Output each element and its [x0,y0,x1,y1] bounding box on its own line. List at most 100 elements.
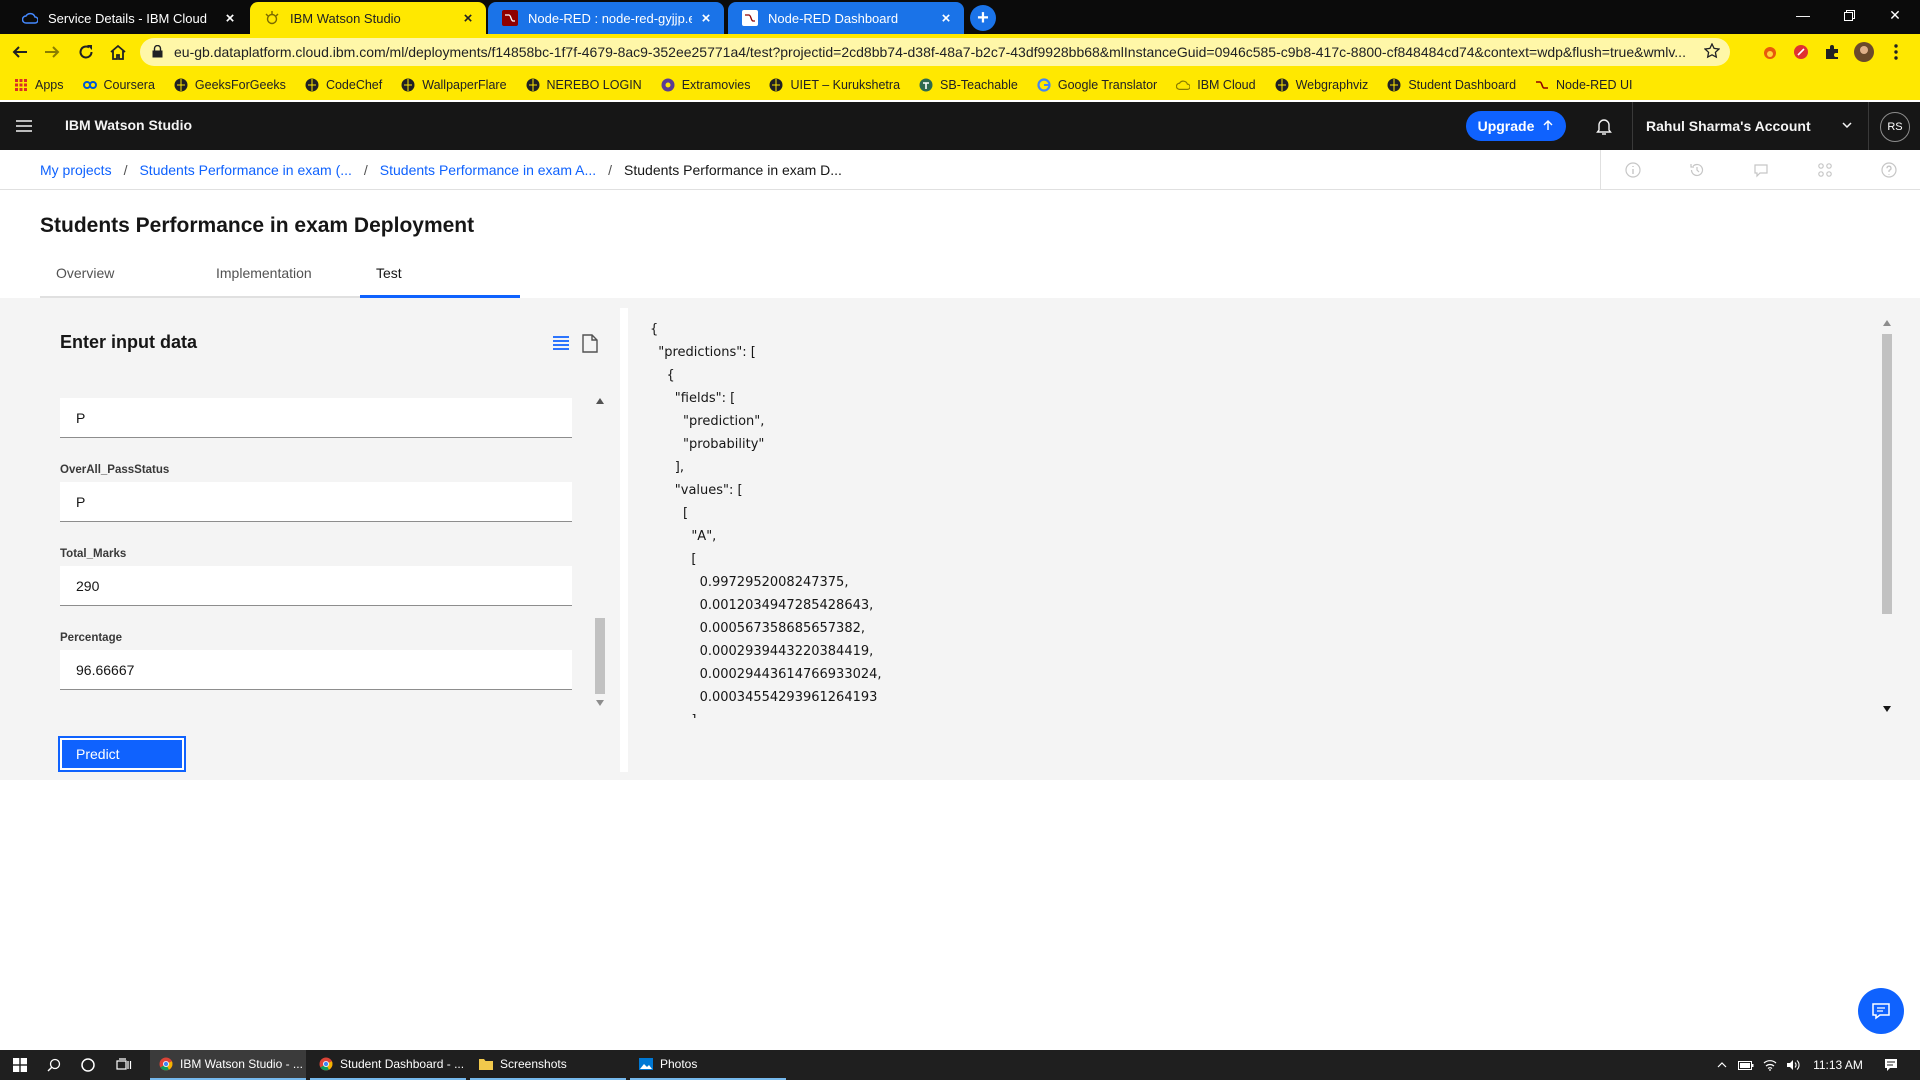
user-avatar[interactable]: RS [1880,112,1910,142]
profile-avatar-icon[interactable] [1854,42,1874,62]
extension-red-icon[interactable] [1791,42,1811,62]
bookmark-nerebo-login[interactable]: NEREBO LOGIN [526,78,642,92]
bookmark-google-translator[interactable]: Google Translator [1037,78,1157,92]
breadcrumb-separator: / [363,162,368,178]
bookmark-wallpaperflare[interactable]: WallpaperFlare [401,78,507,92]
more-menu-icon[interactable] [1886,42,1906,62]
breadcrumb-project[interactable]: Students Performance in exam (... [139,162,351,178]
battery-icon[interactable] [1736,1050,1756,1080]
account-switcher-label[interactable]: Rahul Sharma's Account [1646,118,1811,134]
scroll-down-arrow-icon[interactable] [596,700,604,706]
scrollbar-thumb[interactable] [1882,334,1892,614]
predict-button[interactable]: Predict [58,736,186,772]
info-icon[interactable] [1601,150,1665,190]
address-bar[interactable]: eu-gb.dataplatform.cloud.ibm.com/ml/depl… [140,38,1730,66]
extension-fire-icon[interactable] [1760,42,1780,62]
ibm-cloud-icon [22,10,38,26]
notifications-bell-icon[interactable] [1594,116,1614,141]
prediction-json-output[interactable]: { "predictions": [ { "fields": [ "predic… [650,318,1850,718]
menu-hamburger-icon[interactable] [14,116,34,136]
page-actions [1600,150,1920,190]
close-tab-icon[interactable]: × [222,10,238,27]
browser-tab-watson-studio[interactable]: IBM Watson Studio × [250,2,486,34]
taskbar-app-screenshots[interactable]: Screenshots [470,1050,626,1080]
breadcrumb-my-projects[interactable]: My projects [40,162,112,178]
input-field-group: Percentage 96.66667 [60,632,572,690]
scrollbar-thumb[interactable] [595,618,605,694]
comment-icon[interactable] [1729,150,1793,190]
bookmark-apps[interactable]: Apps [14,78,64,92]
teachable-icon [919,78,933,92]
bookmark-coursera[interactable]: Coursera [82,78,155,92]
home-icon[interactable] [106,40,130,64]
extensions-puzzle-icon[interactable] [1822,42,1842,62]
restore-window-icon[interactable] [1826,0,1872,30]
total-marks-input[interactable]: 290 [60,566,572,606]
bookmark-label: WallpaperFlare [422,78,507,92]
browser-tab-node-red[interactable]: Node-RED : node-red-gyjjp.eu-g × [488,2,724,34]
bookmark-codechef[interactable]: CodeChef [305,78,382,92]
tab-test[interactable]: Test [360,258,520,298]
wifi-icon[interactable] [1760,1050,1780,1080]
scroll-up-arrow-icon[interactable] [1883,320,1891,326]
chat-support-button[interactable] [1858,988,1904,1034]
taskbar-app-watson-studio[interactable]: IBM Watson Studio - ... [150,1050,306,1080]
bookmark-uiet[interactable]: UIET – Kurukshetra [769,78,900,92]
close-tab-icon[interactable]: × [938,10,954,27]
bookmark-extramovies[interactable]: Extramovies [661,78,750,92]
help-icon[interactable] [1857,150,1920,190]
bookmark-student-dashboard[interactable]: Student Dashboard [1387,78,1516,92]
bookmark-geeksforgeeks[interactable]: GeeksForGeeks [174,78,286,92]
node-red-icon [1535,78,1549,92]
google-icon [1037,78,1051,92]
taskbar-clock[interactable]: 11:13 AM [1808,1050,1868,1080]
bookmark-node-red-ui[interactable]: Node-RED UI [1535,78,1632,92]
form-view-list-icon[interactable] [552,334,570,357]
bookmark-label: Webgraphviz [1295,78,1369,92]
breadcrumb-model[interactable]: Students Performance in exam A... [380,162,596,178]
close-tab-icon[interactable]: × [698,10,714,27]
input-scrollbar[interactable] [594,396,606,708]
scroll-down-arrow-icon[interactable] [1883,706,1891,712]
bookmark-ibm-cloud[interactable]: IBM Cloud [1176,78,1256,92]
scroll-up-arrow-icon[interactable] [596,398,604,404]
app-brand[interactable]: IBM Watson Studio [65,117,192,133]
input-field[interactable]: P [60,398,572,438]
tab-implementation[interactable]: Implementation [200,258,360,298]
percentage-input[interactable]: 96.66667 [60,650,572,690]
input-fields-list[interactable]: P OverAll_PassStatus P Total_Marks 290 P… [60,398,572,698]
upgrade-button[interactable]: Upgrade [1466,111,1566,141]
close-tab-icon[interactable]: × [460,10,476,27]
cortana-icon[interactable] [68,1050,108,1080]
forward-icon[interactable] [40,40,64,64]
photos-icon [638,1056,654,1072]
bookmark-label: CodeChef [325,78,383,92]
history-icon[interactable] [1665,150,1729,190]
action-center-icon[interactable] [1876,1050,1906,1080]
app-header: IBM Watson Studio Upgrade Rahul Sharma's… [0,102,1920,150]
taskbar-app-student-dashboard[interactable]: Student Dashboard - ... [310,1050,466,1080]
taskbar-app-photos[interactable]: Photos [630,1050,786,1080]
globe-icon [526,78,540,92]
bookmark-sb-teachable[interactable]: SB-Teachable [919,78,1018,92]
reload-icon[interactable] [74,40,98,64]
hierarchy-icon[interactable] [1793,150,1857,190]
bookmark-label: Apps [35,78,64,92]
volume-icon[interactable] [1783,1050,1803,1080]
back-icon[interactable] [8,40,32,64]
bookmark-webgraphviz[interactable]: Webgraphviz [1275,78,1369,92]
tray-chevron-up-icon[interactable] [1712,1050,1732,1080]
bookmark-star-icon[interactable] [1703,42,1721,62]
header-divider [1868,102,1869,150]
task-view-icon[interactable] [104,1050,144,1080]
chevron-down-icon[interactable] [1840,118,1854,137]
browser-tab-node-red-dashboard[interactable]: Node-RED Dashboard × [728,2,964,34]
minimize-window-icon[interactable]: — [1780,0,1826,30]
overall-passstatus-input[interactable]: P [60,482,572,522]
close-window-icon[interactable]: ✕ [1872,0,1918,30]
json-view-document-icon[interactable] [582,334,598,358]
browser-tab-service-details[interactable]: Service Details - IBM Cloud × [8,2,248,34]
output-scrollbar[interactable] [1880,318,1894,714]
new-tab-button[interactable]: + [970,5,996,31]
tab-overview[interactable]: Overview [40,258,200,298]
